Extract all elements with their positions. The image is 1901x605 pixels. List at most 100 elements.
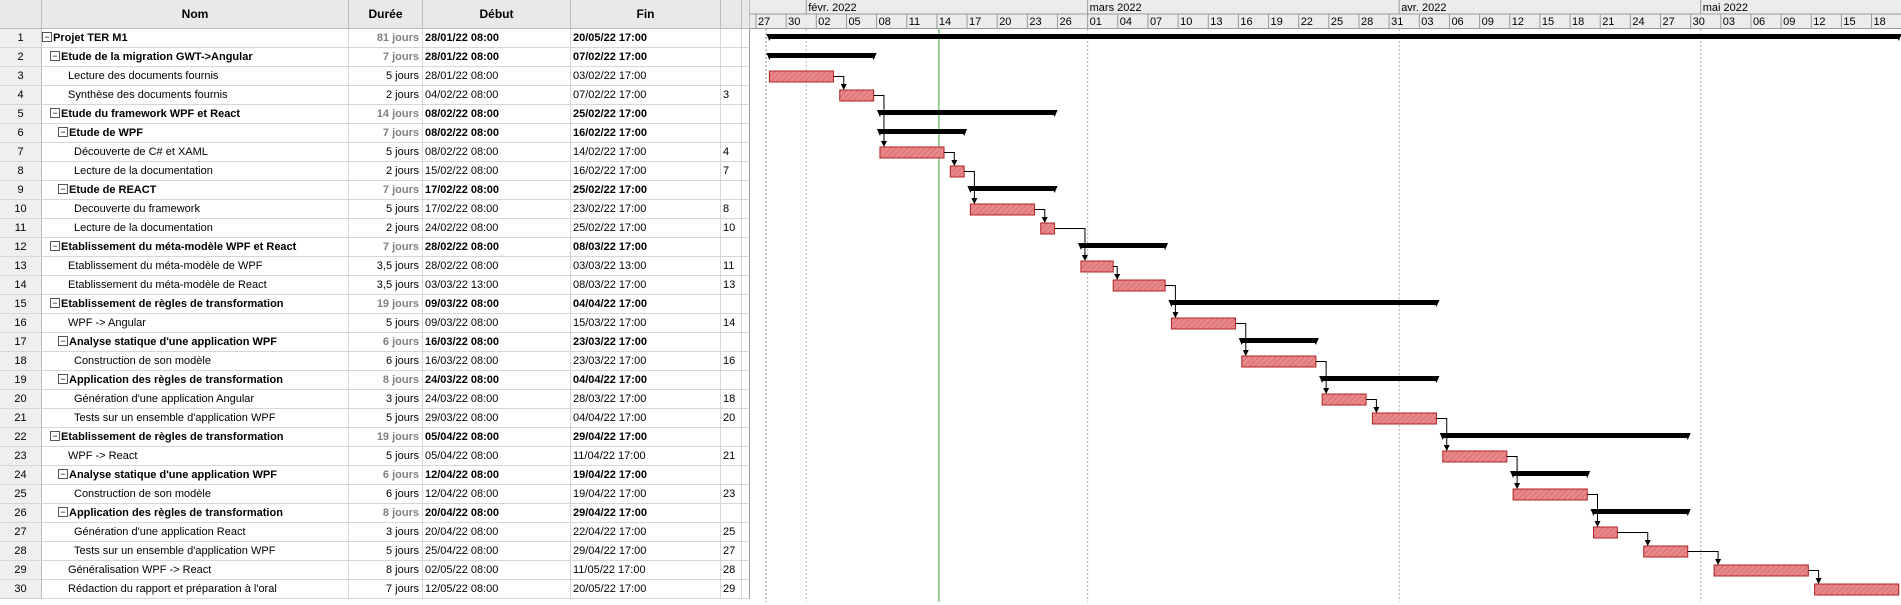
task-predecessors[interactable]: 11 [721,257,742,276]
task-start[interactable]: 05/04/22 08:00 [423,428,571,447]
task-name-cell[interactable]: − Application des règles de transformatio… [42,371,349,390]
task-duration[interactable]: 5 jours [349,200,423,219]
task-end[interactable]: 07/02/22 17:00 [571,48,721,67]
task-duration[interactable]: 3 jours [349,523,423,542]
header-end[interactable]: Fin [571,0,721,29]
task-name-cell[interactable]: − Etude de la migration GWT->Angular [42,48,349,67]
task-row[interactable]: 14 Etablissement du méta-modèle de React 3… [0,276,750,295]
task-duration[interactable]: 81 jours [349,29,423,48]
collapse-toggle-icon[interactable]: − [58,184,68,195]
task-row[interactable]: 12− Etablissement du méta-modèle WPF et R… [0,238,750,257]
header-predecessors[interactable] [721,0,742,29]
task-row[interactable]: 2− Etude de la migration GWT->Angular 7 jo… [0,48,750,67]
header-id[interactable] [0,0,42,29]
task-end[interactable]: 16/02/22 17:00 [571,124,721,143]
collapse-toggle-icon[interactable]: − [50,51,60,62]
task-duration[interactable]: 7 jours [349,124,423,143]
task-start[interactable]: 17/02/22 08:00 [423,181,571,200]
task-duration[interactable]: 2 jours [349,162,423,181]
task-start[interactable]: 24/03/22 08:00 [423,371,571,390]
task-name-cell[interactable]: − Application des règles de transformatio… [42,504,349,523]
task-end[interactable]: 16/02/22 17:00 [571,162,721,181]
task-start[interactable]: 25/04/22 08:00 [423,542,571,561]
task-predecessors[interactable] [721,105,742,124]
task-row[interactable]: 21 Tests sur un ensemble d'application WP… [0,409,750,428]
task-predecessors[interactable] [721,29,742,48]
task-end[interactable]: 29/04/22 17:00 [571,504,721,523]
task-duration[interactable]: 7 jours [349,238,423,257]
row-number[interactable]: 24 [0,466,42,485]
row-number[interactable]: 30 [0,580,42,599]
task-duration[interactable]: 5 jours [349,314,423,333]
task-row[interactable]: 20 Génération d'une application Angular 3 … [0,390,750,409]
row-number[interactable]: 18 [0,352,42,371]
task-row[interactable]: 17− Analyse statique d'une application WP… [0,333,750,352]
task-start[interactable]: 17/02/22 08:00 [423,200,571,219]
task-end[interactable]: 23/03/22 17:00 [571,352,721,371]
task-predecessors[interactable]: 16 [721,352,742,371]
task-name-cell[interactable]: Lecture de la documentation [42,162,349,181]
task-start[interactable]: 02/05/22 08:00 [423,561,571,580]
task-duration[interactable]: 8 jours [349,561,423,580]
task-name-cell[interactable]: Généralisation WPF -> React [42,561,349,580]
task-end[interactable]: 20/05/22 17:00 [571,580,721,599]
task-duration[interactable]: 7 jours [349,181,423,200]
task-end[interactable]: 03/02/22 17:00 [571,67,721,86]
row-number[interactable]: 21 [0,409,42,428]
task-predecessors[interactable]: 4 [721,143,742,162]
task-name-cell[interactable]: − Analyse statique d'une application WPF [42,333,349,352]
task-end[interactable]: 15/03/22 17:00 [571,314,721,333]
task-predecessors[interactable]: 27 [721,542,742,561]
task-row[interactable]: 15− Etablissement de règles de transforma… [0,295,750,314]
row-number[interactable]: 22 [0,428,42,447]
task-name-cell[interactable]: WPF -> React [42,447,349,466]
task-end[interactable]: 23/02/22 17:00 [571,200,721,219]
row-number[interactable]: 5 [0,105,42,124]
collapse-toggle-icon[interactable]: − [50,108,60,119]
task-duration[interactable]: 5 jours [349,143,423,162]
task-end[interactable]: 29/04/22 17:00 [571,428,721,447]
task-name-cell[interactable]: Tests sur un ensemble d'application WPF [42,409,349,428]
task-predecessors[interactable] [721,48,742,67]
task-start[interactable]: 09/03/22 08:00 [423,295,571,314]
task-start[interactable]: 28/01/22 08:00 [423,29,571,48]
task-start[interactable]: 12/04/22 08:00 [423,485,571,504]
task-predecessors[interactable]: 25 [721,523,742,542]
task-duration[interactable]: 5 jours [349,542,423,561]
task-name-cell[interactable]: − Etablissement de règles de transformati… [42,428,349,447]
task-end[interactable]: 11/05/22 17:00 [571,561,721,580]
task-duration[interactable]: 3,5 jours [349,276,423,295]
collapse-toggle-icon[interactable]: − [50,431,60,442]
task-duration[interactable]: 6 jours [349,352,423,371]
task-predecessors[interactable]: 14 [721,314,742,333]
task-row[interactable]: 22− Etablissement de règles de transforma… [0,428,750,447]
task-start[interactable]: 03/03/22 13:00 [423,276,571,295]
task-row[interactable]: 6− Etude de WPF 7 jours 08/02/22 08:00 16/02… [0,124,750,143]
task-start[interactable]: 29/03/22 08:00 [423,409,571,428]
task-predecessors[interactable] [721,428,742,447]
task-start[interactable]: 05/04/22 08:00 [423,447,571,466]
task-name-cell[interactable]: − Etude de WPF [42,124,349,143]
header-name[interactable]: Nom [42,0,349,29]
task-duration[interactable]: 19 jours [349,428,423,447]
task-predecessors[interactable]: 10 [721,219,742,238]
row-number[interactable]: 11 [0,219,42,238]
task-row[interactable]: 24− Analyse statique d'une application WP… [0,466,750,485]
task-row[interactable]: 11 Lecture de la documentation 2 jours 24/0… [0,219,750,238]
task-start[interactable]: 20/04/22 08:00 [423,504,571,523]
task-duration[interactable]: 2 jours [349,219,423,238]
row-number[interactable]: 20 [0,390,42,409]
task-end[interactable]: 20/05/22 17:00 [571,29,721,48]
task-duration[interactable]: 6 jours [349,466,423,485]
task-predecessors[interactable]: 28 [721,561,742,580]
task-start[interactable]: 28/02/22 08:00 [423,238,571,257]
task-duration[interactable]: 5 jours [349,409,423,428]
task-start[interactable]: 24/02/22 08:00 [423,219,571,238]
task-predecessors[interactable] [721,124,742,143]
collapse-toggle-icon[interactable]: − [42,32,52,43]
task-row[interactable]: 19− Application des règles de transformat… [0,371,750,390]
row-number[interactable]: 23 [0,447,42,466]
task-start[interactable]: 16/03/22 08:00 [423,352,571,371]
row-number[interactable]: 14 [0,276,42,295]
task-start[interactable]: 12/04/22 08:00 [423,466,571,485]
